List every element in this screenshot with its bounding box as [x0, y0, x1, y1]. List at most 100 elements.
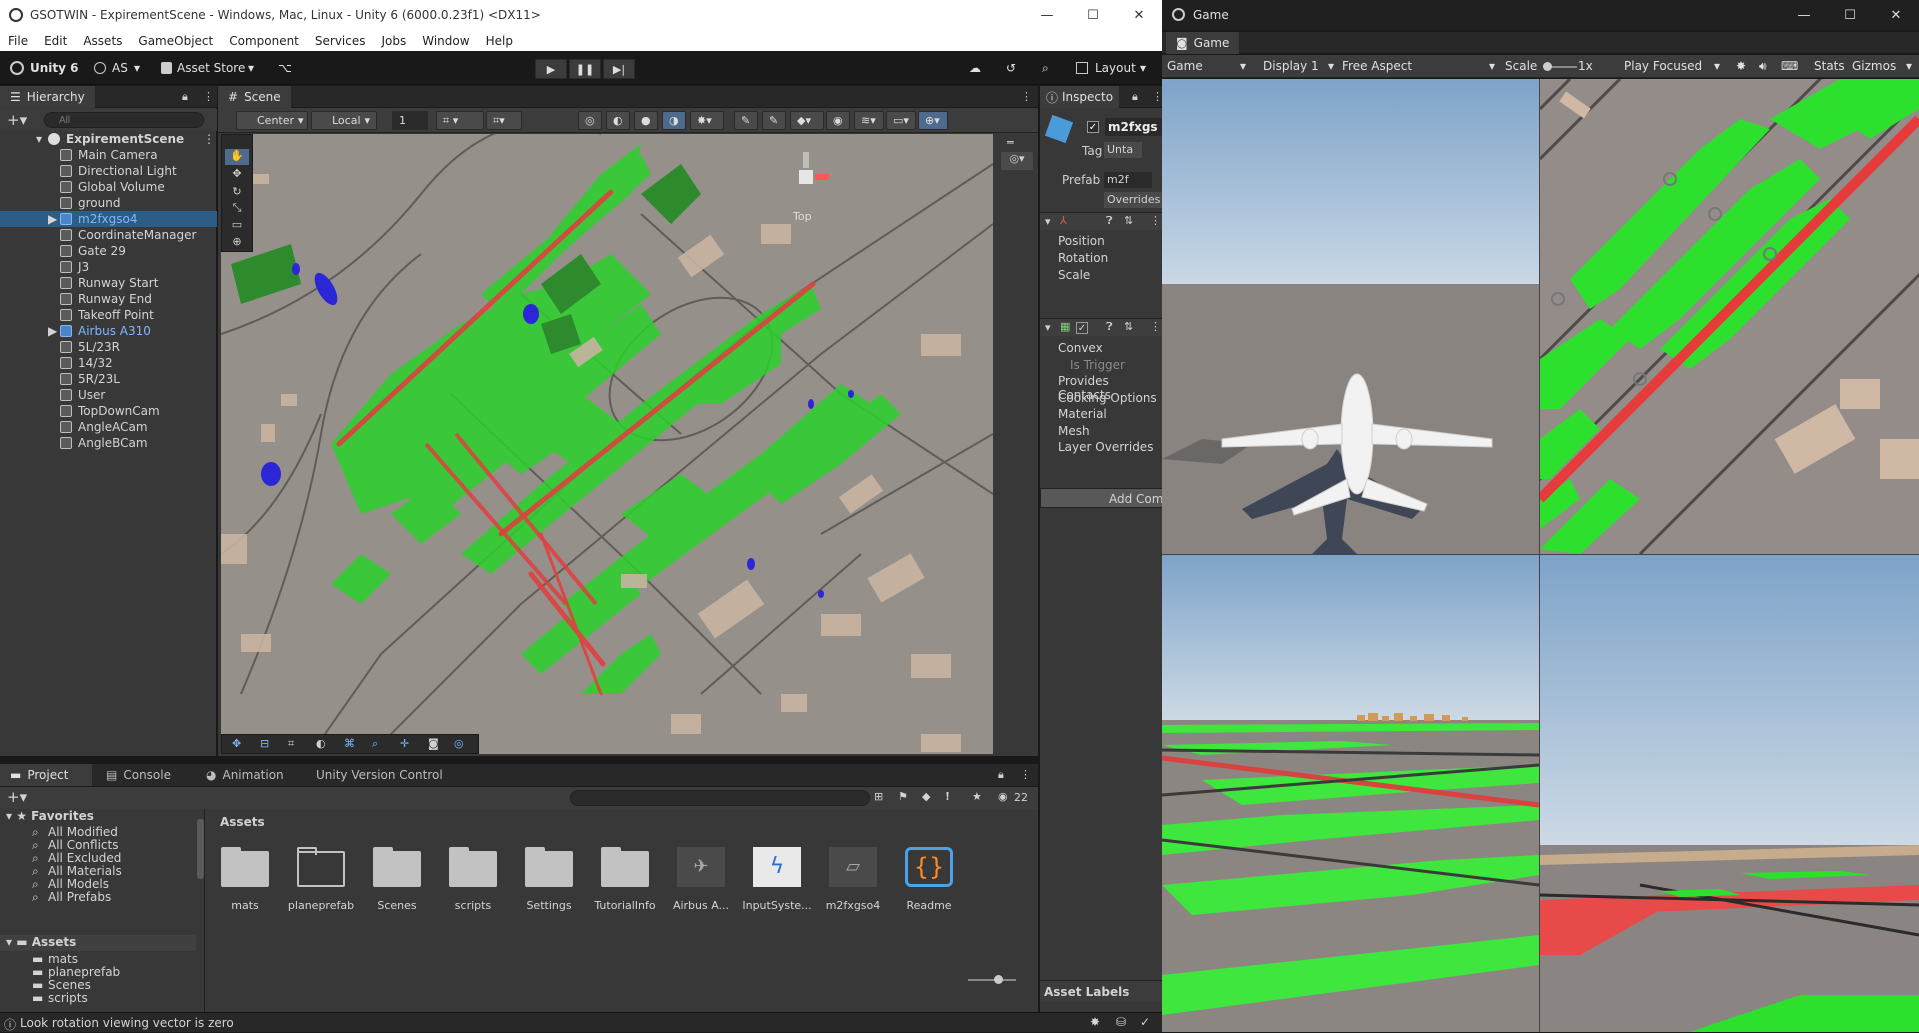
menu-gameobject[interactable]: GameObject: [130, 34, 221, 48]
mesh-collider-header[interactable]: ▾ ▦ ✓ ❓︎ ⇅ ⋮: [1040, 318, 1163, 336]
active-checkbox[interactable]: ✓: [1087, 121, 1099, 133]
project-search-input[interactable]: [570, 790, 870, 806]
menu-component[interactable]: Component: [221, 34, 307, 48]
local-global-dropdown[interactable]: Local ▾: [311, 111, 377, 130]
more-menu-icon[interactable]: ⋮: [1150, 214, 1161, 227]
hand-tool-button[interactable]: ✋: [225, 149, 249, 165]
asset-item[interactable]: scripts: [438, 847, 508, 912]
tab-hierarchy[interactable]: ☰ Hierarchy: [0, 86, 95, 108]
hierarchy-item[interactable]: 5L/23R: [0, 339, 217, 355]
cache-icon[interactable]: ⛁: [1116, 1015, 1126, 1029]
tab-animation[interactable]: ◕ Animation: [196, 764, 294, 786]
hierarchy-item[interactable]: Gate 29: [0, 243, 217, 259]
hierarchy-item[interactable]: CoordinateManager: [0, 227, 217, 243]
assets-tree-header[interactable]: ▾ ▬ Assets: [0, 935, 196, 951]
asset-item[interactable]: Scenes: [362, 847, 432, 912]
search-by-label-icon[interactable]: ⚑: [898, 790, 908, 803]
asset-item[interactable]: ✈ Airbus A...: [666, 847, 736, 912]
asset-item[interactable]: {} Readme: [894, 847, 964, 912]
asset-item[interactable]: mats: [210, 847, 280, 912]
pivot-icon[interactable]: ✛: [400, 737, 409, 750]
shading-icon[interactable]: ◐: [316, 737, 326, 750]
icon-size-slider[interactable]: [968, 975, 1016, 984]
hierarchy-item[interactable]: User: [0, 387, 217, 403]
asset-item[interactable]: ϟ InputSyste...: [742, 847, 812, 912]
move-tool-button[interactable]: ✥: [225, 167, 249, 183]
layout-dropdown[interactable]: Layout: [1095, 61, 1136, 75]
transform-field-label[interactable]: Scale: [1058, 268, 1090, 282]
hierarchy-item[interactable]: Directional Light: [0, 163, 217, 179]
audio-toggle-button[interactable]: ✎: [762, 111, 786, 130]
hierarchy-item[interactable]: TopDownCam: [0, 403, 217, 419]
cloud-icon[interactable]: ☁: [969, 61, 981, 75]
tree-scrollbar[interactable]: [197, 819, 204, 879]
favorite-item[interactable]: ⌕ All Excluded: [32, 851, 121, 865]
collider-field-label[interactable]: Convex: [1058, 341, 1103, 355]
create-asset-button[interactable]: +▾: [7, 788, 27, 806]
lighting-toggle-button[interactable]: ✎: [734, 111, 758, 130]
menu-jobs[interactable]: Jobs: [374, 34, 415, 48]
align-icon[interactable]: ⊟: [260, 737, 269, 750]
scene-menu-icon[interactable]: ⋮: [203, 131, 215, 147]
layers-dropdown[interactable]: ≋▾: [854, 111, 884, 130]
favorite-item[interactable]: ⌕ All Models: [32, 877, 109, 891]
step-button[interactable]: ▶|: [603, 59, 635, 79]
foldout-arrow-icon[interactable]: ▾: [1045, 321, 1051, 334]
display-dropdown[interactable]: Display 1: [1263, 59, 1319, 73]
more-menu-icon[interactable]: ⋮: [1021, 90, 1032, 103]
lock-icon[interactable]: 🔒︎: [182, 90, 188, 104]
help-icon[interactable]: ❓︎: [1106, 320, 1113, 334]
unity-version-button[interactable]: Unity 6: [30, 61, 79, 75]
tab-inspector[interactable]: ⓘ Inspecto: [1040, 86, 1120, 108]
hierarchy-item[interactable]: ▶ Airbus A310: [0, 323, 217, 339]
camera-move-icon[interactable]: ✥: [232, 737, 241, 750]
shading-lit-button[interactable]: ◑: [662, 111, 686, 130]
game-view-chase-camera[interactable]: [1162, 79, 1539, 554]
game-view-topdown-camera[interactable]: [1540, 79, 1919, 554]
asset-item[interactable]: ▱ m2fxgso4: [818, 847, 888, 912]
expand-arrow-icon[interactable]: ▶: [48, 323, 57, 339]
overlay-menu-icon[interactable]: ═: [1007, 136, 1014, 149]
favorite-item[interactable]: ⌕ All Materials: [32, 864, 122, 878]
game-view-angle-a-camera[interactable]: [1162, 555, 1539, 1032]
tab-game[interactable]: ◙ Game: [1166, 32, 1240, 54]
asset-item[interactable]: Settings: [514, 847, 584, 912]
favorite-item[interactable]: ⌕ All Conflicts: [32, 838, 118, 852]
more-menu-icon[interactable]: ⋮: [1150, 320, 1161, 333]
preset-icon[interactable]: ⇅: [1124, 320, 1133, 333]
collider-field-label[interactable]: Cooking Options: [1058, 391, 1157, 405]
menu-assets[interactable]: Assets: [75, 34, 130, 48]
camera-settings-button[interactable]: ◎▾: [1001, 152, 1033, 170]
game-view-dropdown[interactable]: Game: [1167, 59, 1203, 73]
rect-tool-button[interactable]: ▭: [225, 218, 249, 234]
scale-slider[interactable]: [1543, 62, 1577, 71]
lock-icon[interactable]: 🔒︎: [1132, 90, 1138, 104]
search-by-type-icon[interactable]: ⊞: [874, 790, 883, 803]
transform-tool-button[interactable]: ⊕: [225, 235, 249, 251]
globe-icon[interactable]: ◎: [578, 111, 602, 130]
tab-version-control[interactable]: Unity Version Control: [306, 764, 453, 786]
scale-tool-button[interactable]: ⤡: [225, 201, 249, 217]
debug-icon[interactable]: ✸: [1090, 1015, 1100, 1029]
hidden-packages-icon[interactable]: ◉: [998, 790, 1008, 803]
menu-services[interactable]: Services: [307, 34, 374, 48]
menu-edit[interactable]: Edit: [36, 34, 75, 48]
favorite-item[interactable]: ⌕ All Prefabs: [32, 890, 111, 904]
favorites-header[interactable]: ▾ ★ Favorites: [6, 809, 94, 823]
info-icon[interactable]: ❗︎: [946, 790, 949, 804]
hierarchy-search-input[interactable]: [44, 112, 204, 128]
shading-wireframe-button[interactable]: ◐: [606, 111, 630, 130]
scene-viewport[interactable]: ✋ ✥ ↻ ⤡ ▭ ⊕ Top ✥ ⊟ ⌗ ◐ ⌘ ⌕ ✛ ◙ ◎: [221, 134, 993, 754]
hierarchy-item[interactable]: ground: [0, 195, 217, 211]
grid-visibility-button[interactable]: ⌗▾: [486, 111, 522, 130]
asset-item[interactable]: planeprefab: [286, 847, 356, 912]
tab-console[interactable]: ▤ Console: [96, 764, 181, 786]
transform-field-label[interactable]: Rotation: [1058, 251, 1108, 265]
tag-icon[interactable]: ◆: [922, 790, 930, 803]
hierarchy-item[interactable]: ▶ m2fxgso4: [0, 211, 217, 227]
hierarchy-item[interactable]: AngleACam: [0, 419, 217, 435]
star-icon[interactable]: ★: [972, 790, 982, 803]
prefab-field[interactable]: m2f: [1104, 172, 1152, 188]
expand-arrow-icon[interactable]: ▶: [48, 211, 57, 227]
hierarchy-item[interactable]: AngleBCam: [0, 435, 217, 451]
